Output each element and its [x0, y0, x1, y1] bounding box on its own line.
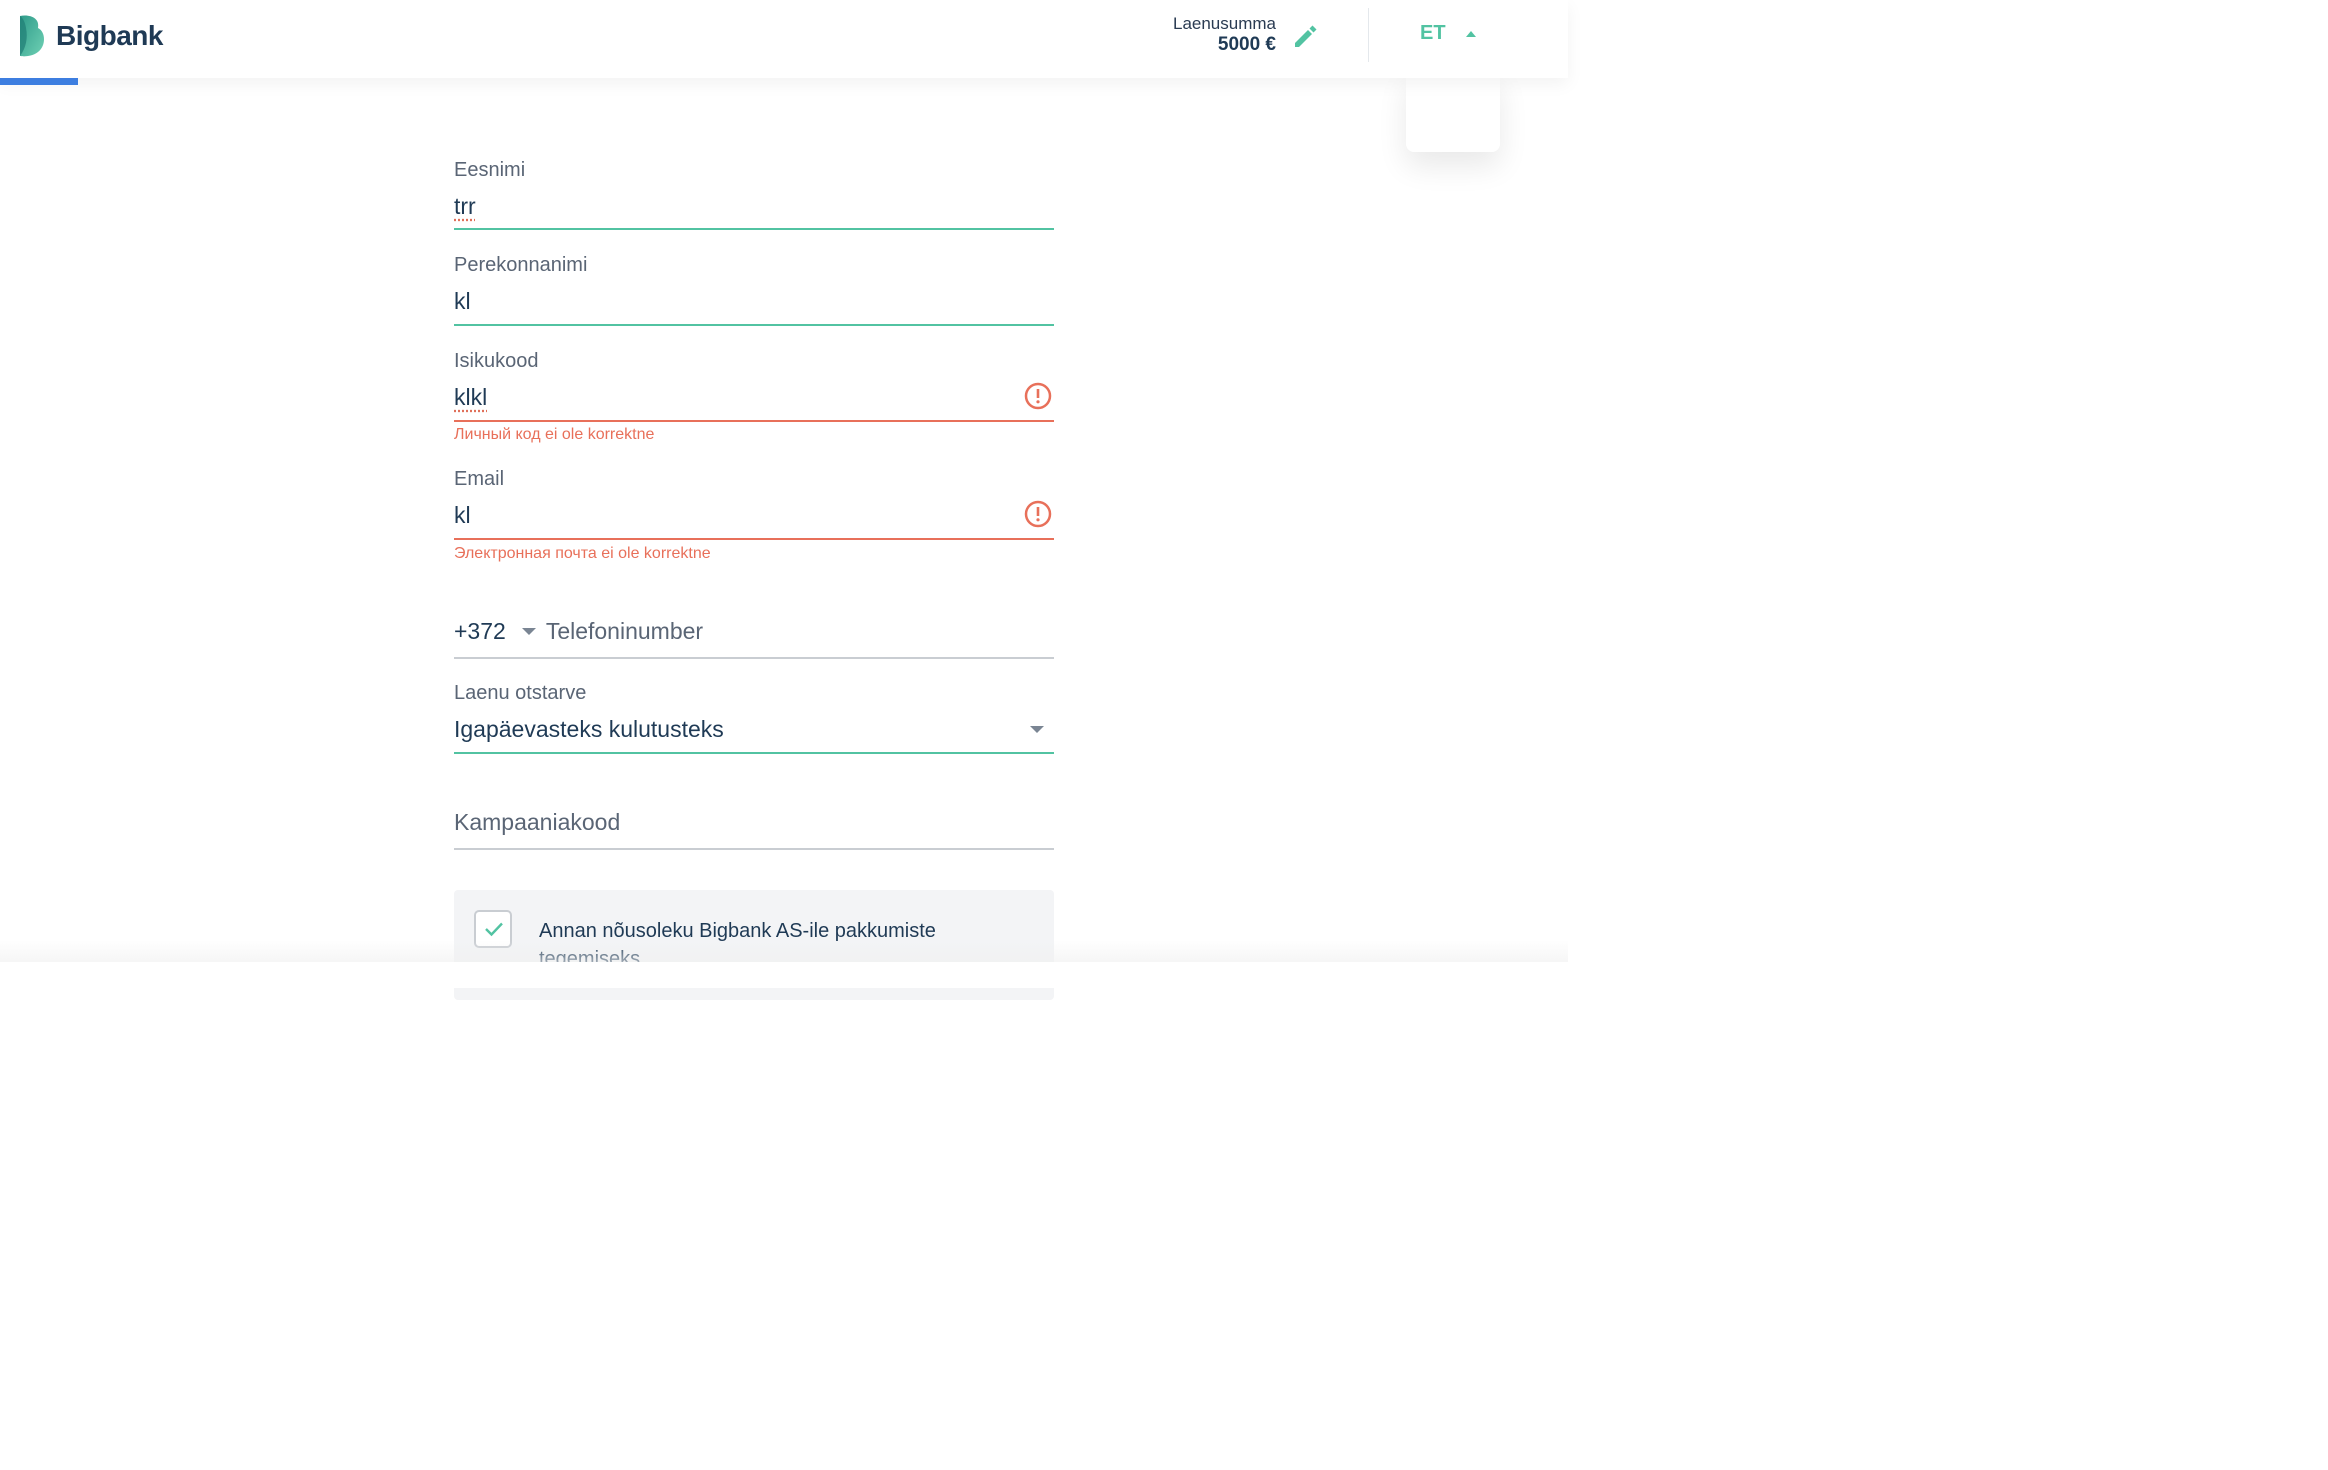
- personal-code-label: Isikukood: [454, 350, 539, 372]
- first-name-label: Eesnimi: [454, 159, 526, 181]
- loan-amount-value: 5000 €: [1217, 34, 1276, 55]
- error-alert-icon: [1024, 500, 1052, 528]
- language-dropdown-menu: [1406, 72, 1500, 152]
- phone-field[interactable]: +372 Telefoninumber: [454, 618, 703, 645]
- loan-purpose-label: Laenu otstarve: [454, 682, 587, 704]
- error-alert-icon: [1024, 382, 1052, 410]
- email-error: Электронная почта ei ole korrektne: [454, 545, 711, 562]
- chevron-down-icon[interactable]: [1030, 726, 1044, 733]
- first-name-field[interactable]: Eesnimi trr: [454, 158, 1054, 220]
- language-selector[interactable]: ET: [1420, 22, 1476, 45]
- last-name-input[interactable]: kl: [454, 287, 1054, 315]
- loan-purpose-field[interactable]: Laenu otstarve Igapäevasteks kulutusteks: [454, 681, 1054, 743]
- personal-code-field[interactable]: Isikukood klkl: [454, 349, 1054, 411]
- campaign-code-input[interactable]: Kampaaniakood: [454, 809, 1054, 836]
- scroll-fade: [0, 940, 1568, 962]
- pencil-edit-icon[interactable]: [1290, 21, 1320, 51]
- campaign-code-underline: [454, 848, 1054, 850]
- personal-code-input[interactable]: klkl: [454, 383, 487, 411]
- phone-input[interactable]: Telefoninumber: [546, 618, 703, 645]
- checkmark-icon: [485, 922, 503, 937]
- email-label: Email: [454, 468, 505, 490]
- caret-up-icon: [1465, 30, 1476, 37]
- last-name-label: Perekonnanimi: [454, 254, 588, 276]
- brand-name: Bigbank: [56, 20, 163, 51]
- top-header: Bigbank Laenusumma 5000 € ET: [0, 0, 1568, 78]
- brand-logo[interactable]: Bigbank: [16, 14, 163, 58]
- loan-purpose-underline: [454, 752, 1054, 754]
- last-name-underline: [454, 324, 1054, 326]
- personal-code-error: Личный код ei ole korrektne: [454, 426, 655, 443]
- loan-purpose-select[interactable]: Igapäevasteks kulutusteks: [454, 715, 1054, 743]
- email-field[interactable]: Email kl: [454, 467, 1054, 529]
- loan-summary: Laenusumma 5000 €: [1173, 14, 1276, 56]
- progress-bar: [0, 78, 78, 85]
- last-name-field[interactable]: Perekonnanimi kl: [454, 253, 1054, 315]
- loan-amount-label: Laenusumma: [1172, 14, 1276, 33]
- first-name-input[interactable]: trr: [454, 192, 476, 220]
- viewport-bottom: [0, 962, 1568, 988]
- language-label: ET: [1420, 22, 1446, 44]
- chevron-down-icon[interactable]: [521, 628, 536, 635]
- campaign-code-field[interactable]: Kampaaniakood: [454, 809, 1054, 836]
- phone-country-code[interactable]: +372: [454, 618, 506, 645]
- first-name-underline: [454, 228, 1054, 230]
- email-underline: [454, 538, 1054, 540]
- bigbank-logo-icon: [20, 15, 44, 57]
- personal-code-underline: [454, 420, 1054, 422]
- phone-underline: [454, 657, 1054, 659]
- header-divider: [1368, 8, 1369, 62]
- email-input[interactable]: kl: [454, 501, 1054, 529]
